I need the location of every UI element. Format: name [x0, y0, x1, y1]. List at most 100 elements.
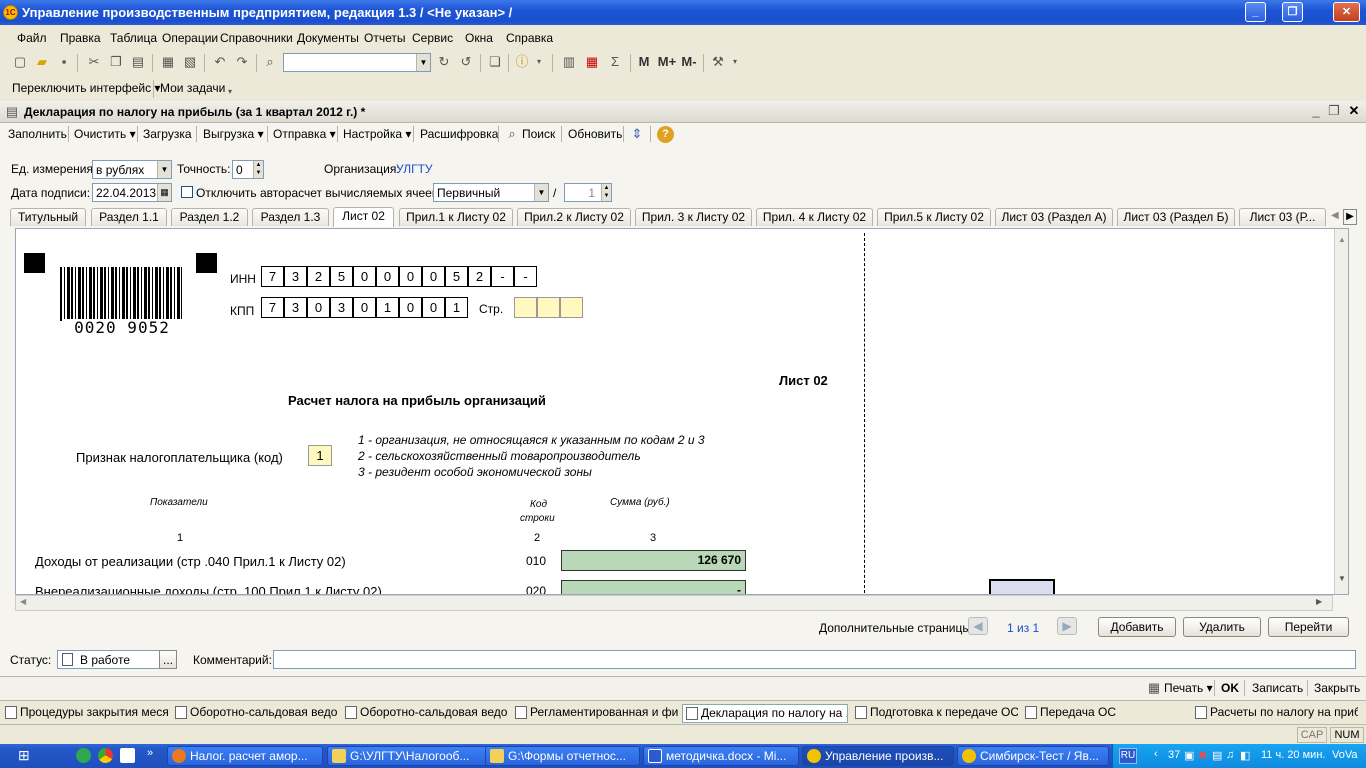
page-cell[interactable]	[560, 297, 583, 318]
memory-minus-button[interactable]: M-	[679, 54, 699, 70]
sign-date-field[interactable]: 22.04.2013 ▦	[92, 183, 172, 202]
tab-sheet-03-a[interactable]: Лист 03 (Раздел А)	[995, 208, 1113, 226]
taskbar-item[interactable]: Налог. расчет амор...	[167, 746, 323, 766]
scroll-right-icon[interactable]: ▶	[1316, 597, 1322, 606]
taskbar-item[interactable]: методичка.docx - Mi...	[643, 746, 799, 766]
menu-table[interactable]: Таблица	[110, 31, 157, 45]
restore-button[interactable]: ❐	[1282, 2, 1303, 22]
cut-icon[interactable]: ✂	[86, 54, 102, 70]
prev-page-icon[interactable]: ◀	[968, 617, 988, 635]
start-icon[interactable]: ⊞	[18, 747, 44, 765]
chevron-down-icon[interactable]: ▼	[416, 54, 430, 71]
tab-sheet-03-more[interactable]: Лист 03 (Р...	[1239, 208, 1326, 226]
window-tab-active[interactable]: Декларация по налогу на ...	[682, 704, 848, 723]
kpp-digit-cell[interactable]: 0	[353, 297, 376, 318]
expand-collapse-icon[interactable]: ⇕	[629, 126, 645, 142]
tab-appendix-5[interactable]: Прил.5 к Листу 02	[877, 208, 991, 226]
save-button[interactable]: Записать	[1252, 681, 1303, 695]
precision-stepper[interactable]: 0 ▲ ▼	[232, 160, 264, 179]
comment-input[interactable]	[273, 650, 1356, 669]
tools-icon[interactable]: ⚒	[710, 54, 726, 70]
inn-digit-cell[interactable]: 5	[445, 266, 468, 287]
chevron-down-icon[interactable]: ▾	[222, 84, 238, 100]
tab-appendix-2[interactable]: Прил.2 к Листу 02	[517, 208, 631, 226]
find-next-icon[interactable]: ↻	[436, 54, 452, 70]
menu-catalogs[interactable]: Справочники	[220, 31, 293, 45]
doc-restore-icon[interactable]: ❐	[1326, 103, 1342, 119]
tab-scroll-right-icon[interactable]: ▶	[1343, 209, 1357, 225]
kpp-digit-cell[interactable]: 0	[307, 297, 330, 318]
tab-appendix-3[interactable]: Прил. 3 к Листу 02	[635, 208, 752, 226]
close-document-button[interactable]: Закрыть	[1314, 681, 1360, 695]
new-doc-icon[interactable]: ▢	[12, 54, 28, 70]
load-button[interactable]: Загрузка	[143, 127, 192, 141]
kpp-digit-cell[interactable]: 0	[422, 297, 445, 318]
info-icon[interactable]: ⓘ	[514, 54, 530, 70]
search-icon[interactable]: ⌕	[262, 54, 278, 70]
menu-service[interactable]: Сервис	[412, 31, 453, 45]
settings-button[interactable]: Настройка ▾	[343, 127, 411, 141]
kpp-digit-cell[interactable]: 1	[376, 297, 399, 318]
window-tab[interactable]: Оборотно-сальдовая ведо...	[342, 704, 508, 723]
page-cell[interactable]	[537, 297, 560, 318]
switch-interface-button[interactable]: Переключить интерфейс ▾	[12, 81, 160, 95]
goto-page-button[interactable]: Перейти	[1268, 617, 1349, 637]
row-value-field[interactable]: -	[561, 580, 746, 594]
correction-number-field[interactable]: 1 ▲ ▼	[564, 183, 612, 202]
ok-button[interactable]: OK	[1221, 681, 1239, 695]
chevron-down-icon[interactable]: ▾	[531, 54, 547, 70]
menu-reports[interactable]: Отчеты	[364, 31, 405, 45]
inn-digit-cell[interactable]: 3	[284, 266, 307, 287]
help-icon[interactable]: ?	[657, 126, 674, 143]
kpp-digit-cell[interactable]: 0	[399, 297, 422, 318]
status-choose-button[interactable]: ...	[159, 650, 177, 669]
menu-edit[interactable]: Правка	[60, 31, 101, 45]
row-value-field[interactable]: 126 670	[561, 550, 746, 571]
menu-operations[interactable]: Операции	[162, 31, 218, 45]
inn-digit-cell[interactable]: 2	[307, 266, 330, 287]
calendar-icon[interactable]: ▦	[157, 184, 171, 201]
tab-section-1-2[interactable]: Раздел 1.2	[171, 208, 248, 226]
language-indicator[interactable]: RU	[1119, 748, 1137, 764]
export-button[interactable]: Выгрузка ▾	[203, 127, 264, 141]
window-tab[interactable]: Подготовка к передаче ОС	[852, 704, 1018, 723]
scroll-down-icon[interactable]: ▼	[1338, 574, 1346, 583]
network-icon[interactable]: ▣	[1184, 749, 1194, 762]
inn-digit-cell[interactable]: 5	[330, 266, 353, 287]
open-folder-icon[interactable]: ▰	[34, 54, 50, 70]
redo-icon[interactable]: ↷	[234, 54, 250, 70]
search-icon[interactable]: ⌕	[504, 126, 520, 142]
save-icon[interactable]: ▪	[56, 54, 72, 70]
stepper-arrows-icon[interactable]: ▲ ▼	[601, 184, 611, 201]
chevron-down-icon[interactable]: ▼	[534, 184, 548, 201]
find-prev-icon[interactable]: ↺	[458, 54, 474, 70]
fill-button[interactable]: Заполнить	[8, 127, 67, 141]
tab-section-1-3[interactable]: Раздел 1.3	[252, 208, 329, 226]
chrome-icon[interactable]	[98, 748, 113, 763]
decode-button[interactable]: Расшифровка	[420, 127, 498, 141]
tray-alert-icon[interactable]: ✖	[1198, 749, 1207, 762]
paint-icon[interactable]	[120, 748, 135, 763]
tab-sheet-03-b[interactable]: Лист 03 (Раздел Б)	[1117, 208, 1235, 226]
inn-digit-cell[interactable]: -	[491, 266, 514, 287]
window-tab[interactable]: Оборотно-сальдовая ведо...	[172, 704, 337, 723]
tray-expand-icon[interactable]: ‹	[1154, 748, 1158, 760]
refresh-button[interactable]: Обновить	[568, 127, 622, 141]
inn-digit-cell[interactable]: 0	[399, 266, 422, 287]
doc-minimize-icon[interactable]: _	[1308, 103, 1324, 119]
taxpayer-code-field[interactable]: 1	[308, 445, 332, 466]
menu-windows[interactable]: Окна	[465, 31, 493, 45]
paste-icon[interactable]: ▤	[130, 54, 146, 70]
window-tab[interactable]: Передача ОС	[1022, 704, 1188, 723]
tab-title[interactable]: Титульный	[10, 208, 86, 226]
quicklaunch-more-icon[interactable]: »	[147, 747, 153, 759]
add-page-button[interactable]: Добавить	[1098, 617, 1176, 637]
inn-digit-cell[interactable]: 0	[376, 266, 399, 287]
stepper-arrows-icon[interactable]: ▲ ▼	[253, 161, 263, 178]
page-cell[interactable]	[514, 297, 537, 318]
menu-documents[interactable]: Документы	[297, 31, 359, 45]
taskbar-item[interactable]: G:\Формы отчетнос...	[485, 746, 640, 766]
calendar-icon[interactable]: ▦	[584, 54, 600, 70]
sum-icon[interactable]: Σ	[607, 54, 623, 70]
send-button[interactable]: Отправка ▾	[273, 127, 336, 141]
